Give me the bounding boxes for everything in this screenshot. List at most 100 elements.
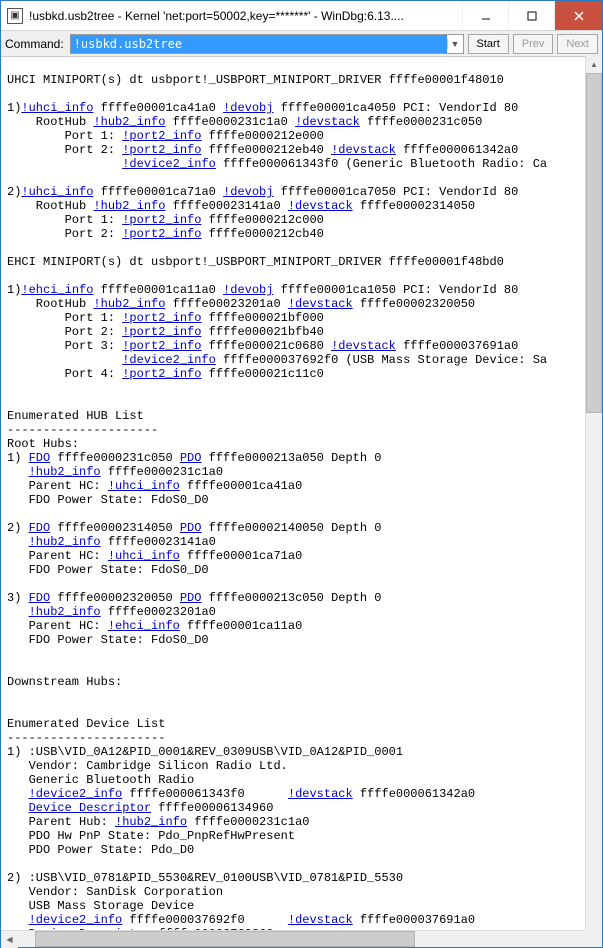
- device2-info-link[interactable]: !device2_info: [122, 157, 216, 171]
- uhci-info-link[interactable]: !uhci_info: [108, 479, 180, 493]
- scroll-left-icon[interactable]: ◀: [1, 931, 18, 948]
- title-bar: ▣ !usbkd.usb2tree - Kernel 'net:port=500…: [1, 1, 602, 31]
- text: [7, 787, 29, 801]
- text: EHCI MINIPORT(s) dt usbport!_USBPORT_MIN…: [7, 255, 511, 269]
- text: ffffe000037692f0: [122, 913, 288, 927]
- port2-info-link[interactable]: !port2_info: [122, 367, 201, 381]
- port2-info-link[interactable]: !port2_info: [122, 339, 201, 353]
- devstack-link[interactable]: !devstack: [331, 143, 396, 157]
- devstack-link[interactable]: !devstack: [288, 297, 353, 311]
- devstack-link[interactable]: !devstack: [288, 913, 353, 927]
- close-button[interactable]: [554, 1, 602, 30]
- fdo-link[interactable]: FDO: [29, 521, 51, 535]
- text: [7, 605, 29, 619]
- text: Port 2:: [7, 325, 122, 339]
- hub2-info-link[interactable]: !hub2_info: [93, 115, 165, 129]
- text: ffffe00023141a0: [101, 535, 216, 549]
- text: ffffe0000231c050: [50, 451, 180, 465]
- pdo-link[interactable]: PDO: [180, 591, 202, 605]
- fdo-link[interactable]: FDO: [29, 591, 51, 605]
- text: RootHub: [7, 115, 93, 129]
- text: Parent HC:: [7, 549, 108, 563]
- text: ffffe00002314050: [353, 199, 475, 213]
- output-pane: UHCI MINIPORT(s) dt usbport!_USBPORT_MIN…: [1, 57, 602, 931]
- text: Parent HC:: [7, 619, 108, 633]
- text: Root Hubs:: [7, 437, 79, 451]
- devobj-link[interactable]: !devobj: [223, 283, 273, 297]
- uhci-info-link[interactable]: !uhci_info: [108, 549, 180, 563]
- command-input[interactable]: [71, 35, 447, 53]
- prev-button[interactable]: Prev: [513, 34, 554, 54]
- scroll-thumb[interactable]: [586, 73, 602, 413]
- scroll-thumb-h[interactable]: [35, 931, 415, 947]
- command-dropdown-icon[interactable]: ▼: [447, 39, 463, 49]
- text: Port 2:: [7, 227, 122, 241]
- device2-info-link[interactable]: !device2_info: [29, 787, 123, 801]
- start-button[interactable]: Start: [468, 34, 509, 54]
- port2-info-link[interactable]: !port2_info: [122, 311, 201, 325]
- port2-info-link[interactable]: !port2_info: [122, 227, 201, 241]
- devobj-link[interactable]: !devobj: [223, 101, 273, 115]
- text: ffffe0000213c050 Depth 0: [201, 591, 381, 605]
- command-label: Command:: [5, 37, 66, 51]
- text: Port 1:: [7, 213, 122, 227]
- uhci-info-link[interactable]: !uhci_info: [21, 185, 93, 199]
- minimize-button[interactable]: [462, 1, 508, 30]
- devstack-link[interactable]: !devstack: [288, 199, 353, 213]
- text: ffffe0000231c1a0: [165, 115, 295, 129]
- text: ffffe000061343f0 (Generic Bluetooth Radi…: [216, 157, 547, 171]
- text: ffffe00001ca4050 PCI: VendorId 80: [273, 101, 518, 115]
- text: ffffe00001ca41a0: [93, 101, 223, 115]
- text: [7, 353, 122, 367]
- text: ffffe000037691a0: [353, 913, 475, 927]
- device2-info-link[interactable]: !device2_info: [29, 913, 123, 927]
- horizontal-scrollbar[interactable]: ◀: [1, 930, 602, 947]
- text: ffffe00001ca11a0: [180, 619, 302, 633]
- text: ffffe0000213a050 Depth 0: [201, 451, 381, 465]
- hub2-info-link[interactable]: !hub2_info: [29, 465, 101, 479]
- scrollbar-corner: [585, 930, 602, 947]
- text: ffffe000037691a0: [396, 339, 518, 353]
- ehci-info-link[interactable]: !ehci_info: [108, 619, 180, 633]
- hub2-info-link[interactable]: !hub2_info: [29, 605, 101, 619]
- next-button[interactable]: Next: [557, 34, 598, 54]
- devobj-link[interactable]: !devobj: [223, 185, 273, 199]
- section-header: Enumerated HUB List: [7, 409, 144, 423]
- text: ffffe00001ca7050 PCI: VendorId 80: [273, 185, 518, 199]
- uhci-info-link[interactable]: !uhci_info: [21, 101, 93, 115]
- port2-info-link[interactable]: !port2_info: [122, 129, 201, 143]
- devstack-link[interactable]: !devstack: [295, 115, 360, 129]
- device2-info-link[interactable]: !device2_info: [122, 353, 216, 367]
- text: ffffe000061342a0: [396, 143, 518, 157]
- port2-info-link[interactable]: !port2_info: [122, 213, 201, 227]
- maximize-button[interactable]: [508, 1, 554, 30]
- text: 1) :USB\VID_0A12&PID_0001&REV_0309USB\VI…: [7, 745, 403, 759]
- devstack-link[interactable]: !devstack: [331, 339, 396, 353]
- text: ffffe0000231c1a0: [101, 465, 223, 479]
- text: RootHub: [7, 199, 93, 213]
- hub2-info-link[interactable]: !hub2_info: [93, 297, 165, 311]
- hub2-info-link[interactable]: !hub2_info: [115, 815, 187, 829]
- hub2-info-link[interactable]: !hub2_info: [29, 535, 101, 549]
- text: ffffe0000212eb40: [201, 143, 331, 157]
- pdo-link[interactable]: PDO: [180, 451, 202, 465]
- port2-info-link[interactable]: !port2_info: [122, 325, 201, 339]
- device-descriptor-link[interactable]: Device Descriptor: [29, 801, 151, 815]
- ehci-info-link[interactable]: !ehci_info: [21, 283, 93, 297]
- scroll-up-icon[interactable]: ▲: [586, 56, 602, 73]
- fdo-link[interactable]: FDO: [29, 451, 51, 465]
- text: 2): [7, 185, 21, 199]
- text: Port 2:: [7, 143, 122, 157]
- devstack-link[interactable]: !devstack: [288, 787, 353, 801]
- text: ffffe00002320050: [50, 591, 180, 605]
- vertical-scrollbar[interactable]: ▲: [585, 56, 602, 930]
- hub2-info-link[interactable]: !hub2_info: [93, 199, 165, 213]
- text: FDO Power State: FdoS0_D0: [7, 493, 209, 507]
- port2-info-link[interactable]: !port2_info: [122, 143, 201, 157]
- text: Port 4:: [7, 367, 122, 381]
- pdo-link[interactable]: PDO: [180, 521, 202, 535]
- text: Vendor: Cambridge Silicon Radio Ltd.: [7, 759, 288, 773]
- text: ffffe00001ca1050 PCI: VendorId 80: [273, 283, 518, 297]
- text: [7, 913, 29, 927]
- text: ffffe000037692f0 (USB Mass Storage Devic…: [216, 353, 547, 367]
